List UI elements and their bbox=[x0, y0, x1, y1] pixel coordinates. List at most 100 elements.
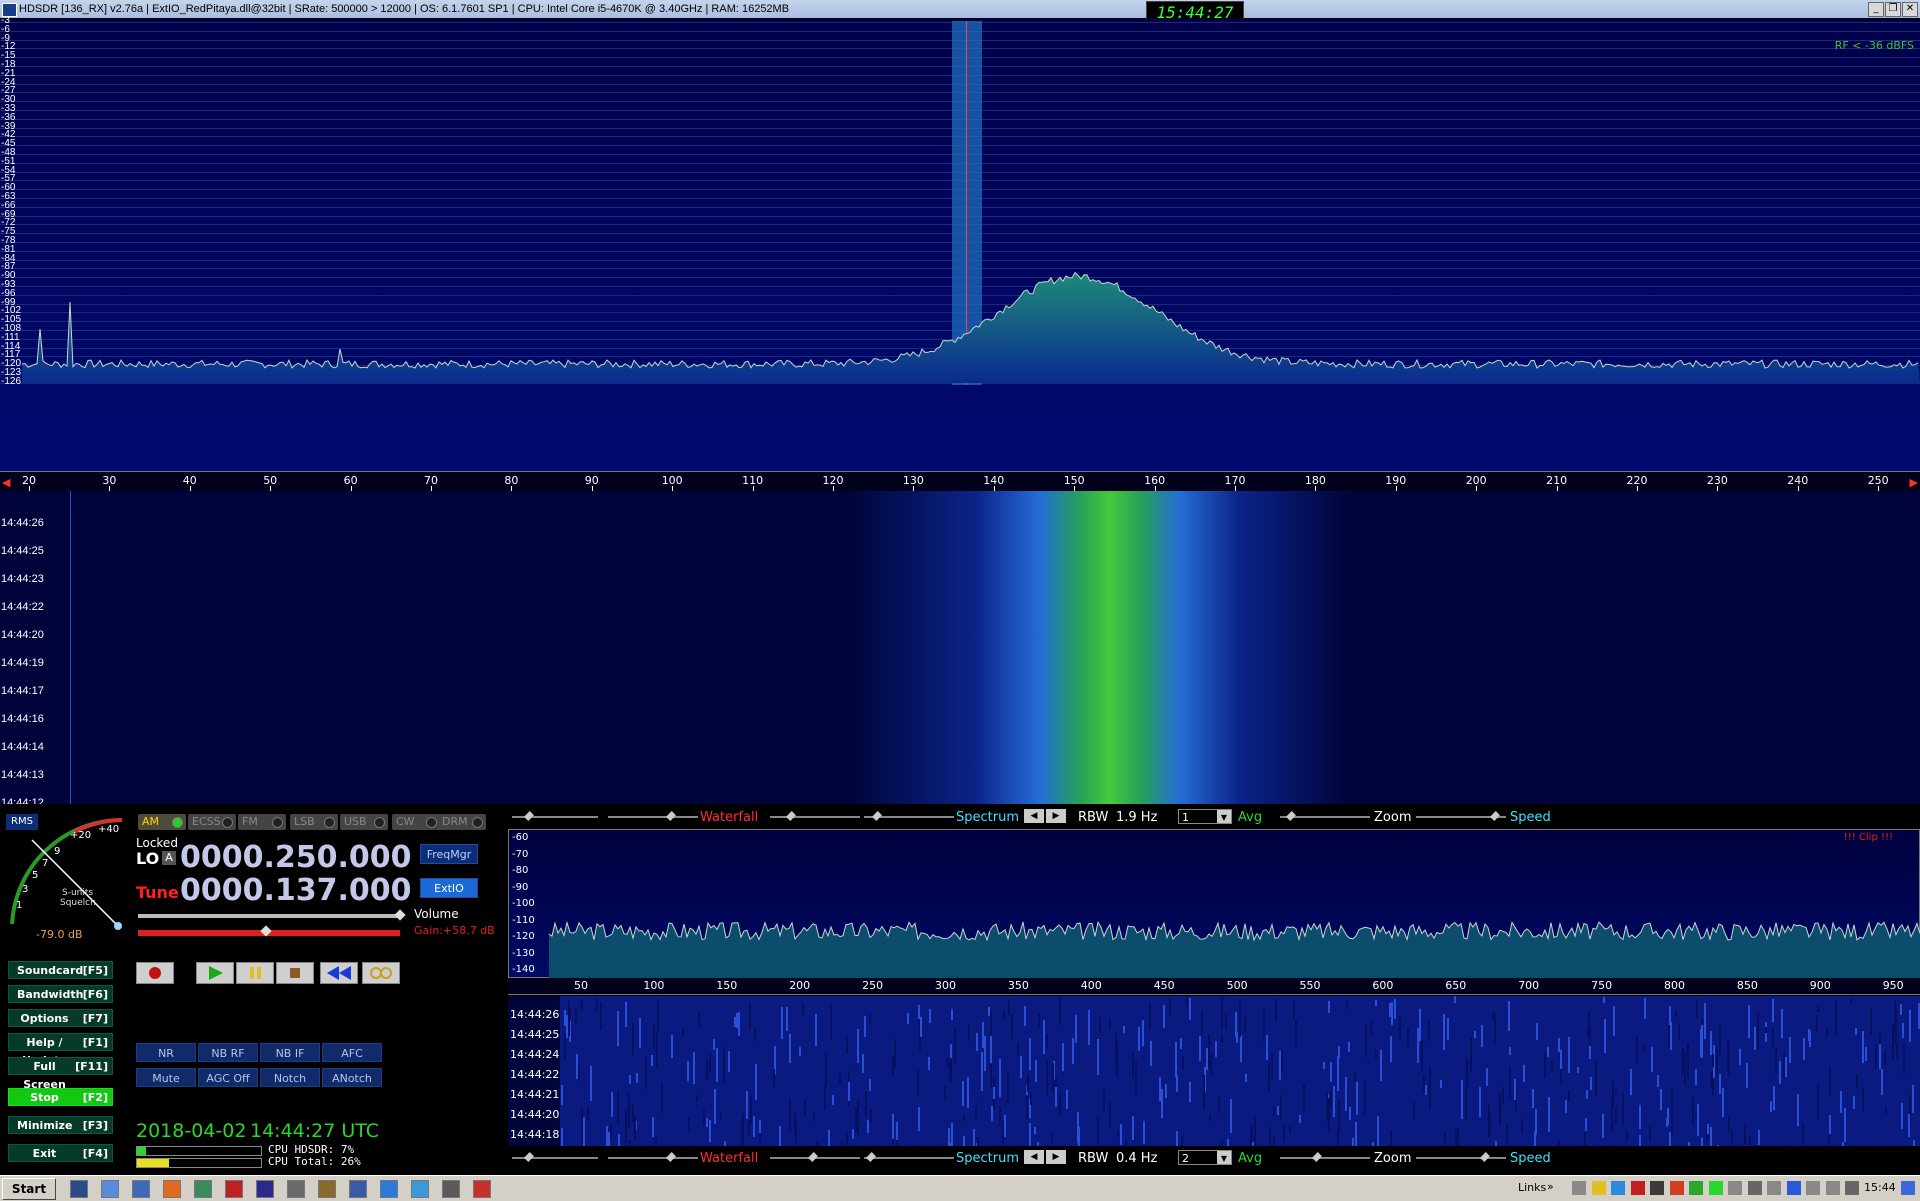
mode-button-ecss[interactable]: ECSS bbox=[188, 814, 236, 830]
taskbar-clock[interactable]: 15:44 bbox=[1864, 1181, 1896, 1194]
rewind-button[interactable] bbox=[320, 962, 358, 984]
full-screen-button[interactable]: Full Screen [F11] bbox=[8, 1057, 113, 1091]
chevron-right-icon[interactable]: ▶ bbox=[1046, 809, 1066, 823]
show-desktop-icon[interactable] bbox=[1901, 1181, 1915, 1195]
chevron-down-icon[interactable]: ▼ bbox=[1217, 1151, 1231, 1164]
mode-button-usb[interactable]: USB bbox=[340, 814, 388, 830]
bug-icon[interactable] bbox=[225, 1180, 243, 1198]
stop-button[interactable]: Stop [F2] bbox=[8, 1088, 113, 1106]
tray-icon[interactable] bbox=[1591, 1181, 1606, 1195]
mode-button-drm[interactable]: DRM bbox=[438, 814, 486, 830]
slider[interactable] bbox=[770, 811, 860, 821]
dsp-button-nb-if[interactable]: NB IF bbox=[260, 1043, 320, 1062]
slider[interactable] bbox=[864, 1152, 954, 1162]
pause-button[interactable] bbox=[236, 962, 274, 984]
avg-select[interactable]: 1 ▼ bbox=[1178, 809, 1232, 824]
tune-frequency[interactable]: 0000.137.000 bbox=[180, 873, 412, 908]
tray-icon[interactable] bbox=[1708, 1181, 1723, 1195]
slider[interactable] bbox=[608, 1152, 698, 1162]
tray-icon[interactable] bbox=[1747, 1181, 1762, 1195]
bandwidth-button[interactable]: Bandwidth [F6] bbox=[8, 985, 113, 1003]
speed-slider[interactable] bbox=[1416, 811, 1506, 821]
chevron-left-icon[interactable]: ◀ bbox=[1024, 1150, 1044, 1164]
zoom-slider[interactable] bbox=[1280, 811, 1370, 821]
freqmgr-button[interactable]: FreqMgr bbox=[420, 844, 478, 864]
avg-select[interactable]: 2 ▼ bbox=[1178, 1150, 1232, 1165]
tray-icon[interactable] bbox=[1728, 1181, 1742, 1195]
app-icon[interactable] bbox=[442, 1180, 460, 1198]
expand-icon[interactable]: » bbox=[1547, 1180, 1554, 1193]
dsp-button-anotch[interactable]: ANotch bbox=[322, 1068, 382, 1087]
lo-a-button[interactable]: A bbox=[162, 851, 176, 865]
loop-button[interactable] bbox=[362, 962, 400, 984]
hdsdr-taskbar-icon[interactable] bbox=[349, 1180, 367, 1198]
volume-knob[interactable] bbox=[394, 909, 406, 921]
tray-icon[interactable] bbox=[1786, 1181, 1801, 1195]
start-button[interactable]: Start bbox=[2, 1178, 56, 1200]
slider[interactable] bbox=[864, 811, 954, 821]
dsp-button-notch[interactable]: Notch bbox=[260, 1068, 320, 1087]
options-button[interactable]: Options [F7] bbox=[8, 1009, 113, 1027]
mode-button-cw[interactable]: CW bbox=[392, 814, 440, 830]
stop-playback-button[interactable] bbox=[276, 962, 314, 984]
minimize-window-button[interactable]: _ bbox=[1868, 2, 1884, 17]
tray-icon[interactable] bbox=[1630, 1181, 1645, 1195]
app-icon[interactable] bbox=[256, 1180, 274, 1198]
record-button[interactable] bbox=[136, 962, 174, 984]
dsp-button-nb-rf[interactable]: NB RF bbox=[198, 1043, 258, 1062]
links-toolbar[interactable]: Links bbox=[1518, 1181, 1546, 1194]
mode-button-am[interactable]: AM bbox=[138, 814, 186, 830]
app-icon[interactable] bbox=[473, 1180, 491, 1198]
calculator-icon[interactable] bbox=[194, 1180, 212, 1198]
chevron-left-icon[interactable]: ◀ bbox=[1024, 809, 1044, 823]
scroll-right-icon[interactable]: ▶ bbox=[1910, 476, 1918, 489]
tray-icon[interactable] bbox=[1825, 1181, 1840, 1195]
dsp-button-mute[interactable]: Mute bbox=[136, 1068, 196, 1087]
folder-icon[interactable] bbox=[287, 1180, 305, 1198]
tray-icon[interactable] bbox=[1669, 1181, 1684, 1195]
close-window-button[interactable]: ✕ bbox=[1902, 2, 1918, 17]
notepad-icon[interactable] bbox=[132, 1180, 150, 1198]
help-update-button[interactable]: Help / Update[F1] bbox=[8, 1033, 113, 1067]
minimize-button[interactable]: Minimize [F3] bbox=[8, 1116, 113, 1134]
tray-icon[interactable] bbox=[1767, 1181, 1781, 1195]
audio-spectrum[interactable]: -60 -70 -80 -90 -100 -110 -120 -130 -140 !!! Cli… bbox=[508, 829, 1920, 979]
slider[interactable] bbox=[512, 811, 598, 821]
dsp-button-agc-off[interactable]: AGC Off bbox=[198, 1068, 258, 1087]
scroll-left-icon[interactable]: ◀ bbox=[2, 476, 10, 489]
audio-frequency-scale[interactable]: 50 100 150 200 250 300 350 400 450 500 550 600 650 70… bbox=[508, 978, 1920, 995]
slider[interactable] bbox=[512, 1152, 598, 1162]
mode-button-lsb[interactable]: LSB bbox=[290, 814, 338, 830]
audio-waterfall[interactable]: 14:44:26 14:44:25 14:44:24 14:44:22 14:44:21… bbox=[508, 996, 1920, 1146]
extio-button[interactable]: ExtIO bbox=[420, 878, 478, 898]
tray-icon[interactable] bbox=[1806, 1181, 1820, 1195]
zoom-slider[interactable] bbox=[1280, 1152, 1370, 1162]
volume-slider[interactable] bbox=[138, 914, 400, 918]
tray-icon[interactable] bbox=[1611, 1181, 1625, 1195]
play-button[interactable] bbox=[196, 962, 234, 984]
dsp-button-afc[interactable]: AFC bbox=[322, 1043, 382, 1062]
tray-icon[interactable] bbox=[1650, 1181, 1664, 1195]
globe-icon[interactable] bbox=[411, 1180, 429, 1198]
speed-slider[interactable] bbox=[1416, 1152, 1506, 1162]
slider[interactable] bbox=[608, 811, 698, 821]
chevron-right-icon[interactable]: ▶ bbox=[1046, 1150, 1066, 1164]
slider[interactable] bbox=[770, 1152, 860, 1162]
tray-icon[interactable] bbox=[1845, 1181, 1859, 1195]
explorer-icon[interactable] bbox=[101, 1180, 119, 1198]
soundcard-button[interactable]: Soundcard [F5] bbox=[8, 961, 113, 979]
firefox-icon[interactable] bbox=[163, 1180, 181, 1198]
lo-frequency[interactable]: 0000.250.000 bbox=[180, 840, 412, 875]
main-waterfall[interactable]: 14:44:26 14:44:25 14:44:23 14:44:22 14:44:20… bbox=[0, 491, 1920, 804]
app-icon[interactable] bbox=[70, 1180, 88, 1198]
chevron-down-icon[interactable]: ▼ bbox=[1217, 810, 1231, 823]
globe-icon[interactable] bbox=[380, 1180, 398, 1198]
tool-icon[interactable] bbox=[318, 1180, 336, 1198]
mode-button-fm[interactable]: FM bbox=[238, 814, 286, 830]
dsp-button-nr[interactable]: NR bbox=[136, 1043, 196, 1062]
main-spectrum[interactable]: -3 -6 -9 -12 -15 -18 -21 -24 -27 -30 -33 -36 -39 -42-… bbox=[0, 16, 1920, 471]
exit-button[interactable]: Exit [F4] bbox=[8, 1144, 113, 1162]
tray-icon[interactable] bbox=[1689, 1181, 1703, 1195]
tray-icon[interactable] bbox=[1572, 1181, 1586, 1195]
restore-window-button[interactable]: ❐ bbox=[1885, 2, 1901, 17]
